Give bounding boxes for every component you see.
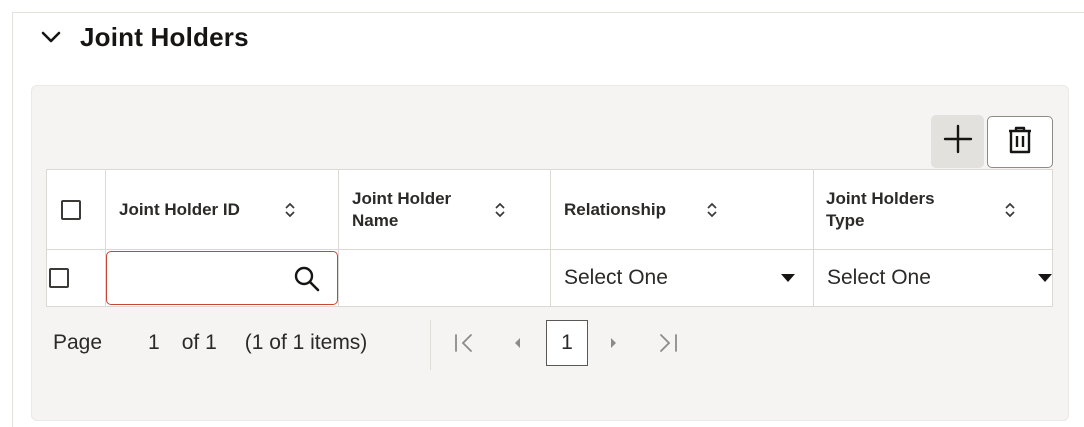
column-header-label: Joint Holder Name	[352, 188, 452, 230]
chevron-down-icon	[40, 30, 62, 44]
header-joint-holder-id[interactable]: Joint Holder ID	[106, 170, 339, 249]
joint-holder-id-field[interactable]	[106, 251, 338, 305]
page-count: of 1	[181, 331, 217, 354]
row-checkbox[interactable]	[49, 268, 69, 288]
joint-holders-type-selected-value: Select One	[827, 266, 931, 289]
sort-icon[interactable]	[284, 201, 296, 224]
top-divider	[12, 12, 1084, 13]
sort-icon[interactable]	[494, 201, 506, 224]
column-header-label: Joint Holders Type	[826, 188, 935, 230]
relationship-select[interactable]: Select One	[551, 249, 814, 307]
header-joint-holder-name[interactable]: Joint Holder Name	[339, 170, 551, 249]
items-summary: (1 of 1 items)	[244, 331, 368, 354]
joint-holder-name-cell	[339, 249, 551, 307]
joint-holder-id-cell	[106, 249, 339, 307]
delete-row-button[interactable]	[987, 116, 1053, 168]
add-row-button[interactable]	[931, 115, 984, 168]
row-select-cell	[47, 249, 106, 307]
previous-page-icon[interactable]	[511, 332, 523, 360]
joint-holders-table: Joint Holder ID Joint Holder Name Relati…	[46, 169, 1053, 307]
header-relationship[interactable]: Relationship	[551, 170, 814, 249]
trash-icon	[1006, 125, 1034, 160]
column-header-label: Relationship	[564, 199, 667, 219]
relationship-selected-value: Select One	[564, 266, 668, 289]
pager-divider	[430, 320, 431, 370]
section-title: Joint Holders	[80, 21, 249, 52]
pagination: Page 1 of 1 (1 of 1 items) 1	[53, 320, 677, 370]
sort-icon[interactable]	[1004, 201, 1016, 224]
dropdown-arrow-icon	[781, 274, 795, 282]
dropdown-arrow-icon	[1038, 274, 1052, 282]
header-select-cell	[47, 170, 106, 249]
joint-holders-type-select[interactable]: Select One	[814, 249, 1052, 307]
table-header-row: Joint Holder ID Joint Holder Name Relati…	[47, 170, 1052, 250]
select-all-checkbox[interactable]	[61, 199, 81, 220]
page-number: 1	[148, 331, 160, 354]
current-page-button[interactable]: 1	[546, 320, 588, 366]
joint-holders-section-toggle[interactable]: Joint Holders	[40, 20, 249, 54]
last-page-icon[interactable]	[656, 332, 680, 360]
search-icon[interactable]	[293, 265, 321, 298]
left-divider	[12, 12, 13, 427]
column-header-label: Joint Holder ID	[119, 199, 240, 219]
plus-icon	[942, 123, 974, 160]
joint-holder-id-input[interactable]	[117, 264, 291, 294]
next-page-icon[interactable]	[608, 332, 620, 360]
sort-icon[interactable]	[706, 201, 718, 224]
first-page-icon[interactable]	[453, 332, 477, 360]
header-joint-holders-type[interactable]: Joint Holders Type	[814, 170, 1052, 249]
table-row: Select One Select One	[47, 249, 1052, 307]
page-label: Page	[53, 331, 103, 354]
